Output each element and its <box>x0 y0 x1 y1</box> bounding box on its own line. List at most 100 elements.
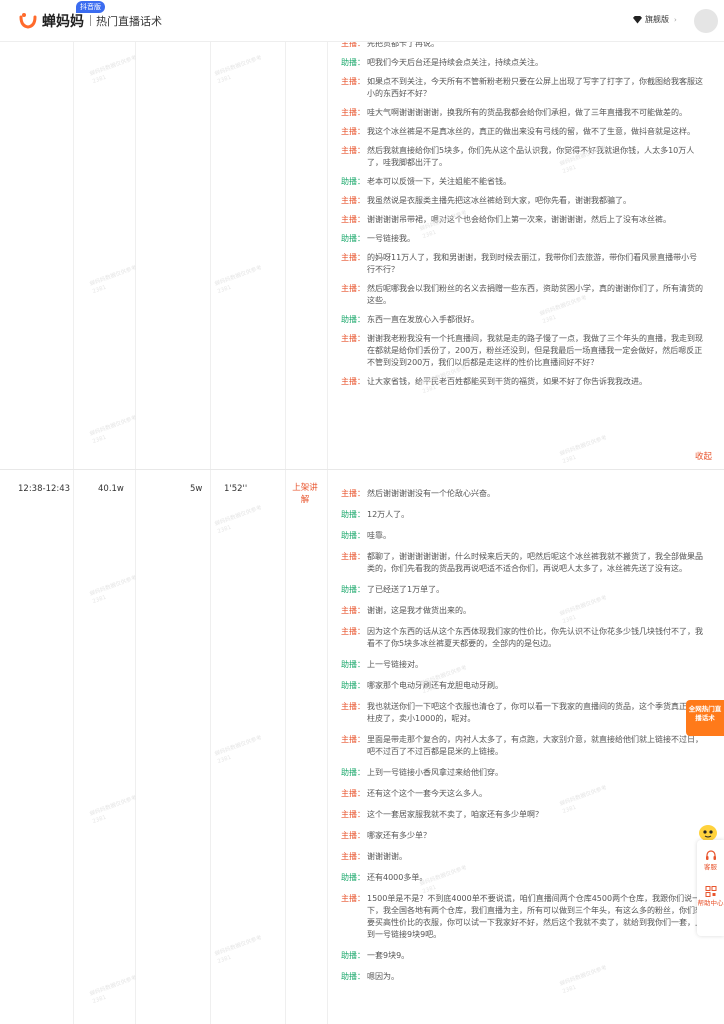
transcript-line: 助播： 哇靠。 <box>341 530 705 542</box>
chevron-right-icon: › <box>674 15 677 24</box>
transcript-line: 主播： 我也就送你们一下吧这个衣服也清仓了，你可以看一下我家的直播间的货品，这个季… <box>341 701 705 725</box>
watermark: 蝉妈妈数据仅供参考 2381 <box>89 794 141 826</box>
transcript-line: 主播： 都聊了，谢谢谢谢谢谢，什么时候来后天的，吧然后呢这个冰丝裤我就不搬货了，我… <box>341 551 705 575</box>
watermark-id: 2381 <box>91 74 108 86</box>
transcript-text: 先把货都卡了再说。 <box>367 42 439 48</box>
assistant-role-label: 助播： <box>341 58 365 67</box>
watermark-text: 蝉妈妈数据仅供参考 <box>559 434 608 458</box>
watermark: 蝉妈妈数据仅供参考 2381 <box>89 974 141 1006</box>
transcript-text: 东西一直在发放心入手都很好。 <box>367 315 479 324</box>
watermark-id: 2381 <box>91 814 108 826</box>
duration: 1'52'' <box>224 484 248 494</box>
assistant-role-label: 助播： <box>341 660 365 669</box>
watermark: 蝉妈妈数据仅供参考 2381 <box>214 264 266 296</box>
brand-logo-icon[interactable] <box>18 10 38 30</box>
transcript-line: 助播： 12万人了。 <box>341 509 705 521</box>
transcript-line: 主播： 里面是带走那个复合的，内衬人太多了，有点跑，大家别介意，就直接给他们就上链… <box>341 734 705 758</box>
host-role-label: 主播： <box>341 215 365 224</box>
transcript-text: 12万人了。 <box>367 510 410 519</box>
transcript-line: 主播： 然后呢哪我会以我们粉丝的名义去捐赠一些东西，资助贫困小学，真的谢谢你们了，… <box>341 283 705 307</box>
transcript-text: 哪家那个电动牙刷还有龙胆电动牙刷。 <box>367 681 503 690</box>
transcript-line: 主播： 哇大气啊谢谢谢谢谢，换我所有的货品我都会给你们承担，做了三年直播我不可能做… <box>341 107 705 119</box>
transcript-text: 我也就送你们一下吧这个衣服也清仓了，你可以看一下我家的直播间的货品，这个季货真正… <box>367 702 703 723</box>
hot-scripts-promo-button[interactable]: 全网热门直播话术 <box>686 700 724 736</box>
transcript-text: 上到一号链接小香风拿过来给他们穿。 <box>367 768 503 777</box>
assistant-role-label: 助播： <box>341 768 365 777</box>
host-role-label: 主播： <box>341 894 365 903</box>
host-role-label: 主播： <box>341 42 365 48</box>
transcript-text: 一号链接我。 <box>367 234 415 243</box>
host-role-label: 主播： <box>341 284 365 293</box>
listing-explain-link[interactable]: 上架讲解 <box>290 482 320 506</box>
transcript-line: 主播： 然后谢谢谢谢没有一个伦敌心兴奋。 <box>341 488 705 500</box>
transcript-text: 一套9块9。 <box>367 951 410 960</box>
watermark: 蝉妈妈数据仅供参考 2381 <box>89 574 141 606</box>
watermark-text: 蝉妈妈数据仅供参考 <box>89 414 138 438</box>
transcript-line: 主播： 谢谢我老粉我没有一个托直播间，我就是走的路子慢了一点，我做了三个年头的直播… <box>341 333 705 369</box>
column-divider <box>285 42 286 1024</box>
transcript-text: 1500单是不是？不到底4000单不要说谎，咱们直播间两个仓库4500两个仓库，… <box>367 894 703 939</box>
vip-label: 旗舰版 <box>645 15 669 24</box>
time-range: 12:38-12:43 <box>18 484 71 494</box>
vip-level-menu[interactable]: 旗舰版 › <box>633 14 677 25</box>
transcript-line: 主播： 谢谢谢谢吊带裙，嗯对这个也会给你们上第一次来，谢谢谢谢，然后上了没有冰丝裤… <box>341 214 705 226</box>
transcript-text: 吧我们今天后台还是持续会点关注，持续点关注。 <box>367 58 543 67</box>
transcript-text: 然后呢哪我会以我们粉丝的名义去捐赠一些东西，资助贫困小学，真的谢谢你们了，所有清… <box>367 284 703 305</box>
transcript-line: 主播： 然后我就直接给你们5块多，你们先从这个品认识我，你觉得不好我就退你钱，人太… <box>341 145 705 169</box>
help-center-button[interactable]: 帮助中心 <box>697 886 724 907</box>
brand-name[interactable]: 蝉妈妈 <box>42 11 84 31</box>
watermark-text: 蝉妈妈数据仅供参考 <box>214 504 263 528</box>
host-role-label: 主播： <box>341 253 365 262</box>
transcript-line: 主播： 如果点不到关注，今天所有不管新粉老粉只要在公屏上出现了写字了打字了，你截图… <box>341 76 705 100</box>
collapse-button[interactable]: 收起 <box>695 450 712 462</box>
transcript-line: 主播： 让大家省钱，给平民老百姓都能买到干货的福货，如果不好了你告诉我我改进。 <box>341 376 705 388</box>
transcript-line: 主播： 的妈呀11万人了，我和男谢谢，我到时候去丽江，我带你们去旅游，带你们看风景… <box>341 252 705 276</box>
transcript-text: 还有这个这个一套今天这么多人。 <box>367 789 487 798</box>
transcript-text: 谢谢我老粉我没有一个托直播间，我就是走的路子慢了一点，我做了三个年头的直播，我走… <box>367 334 703 367</box>
customer-service-label: 客服 <box>704 863 717 871</box>
transcript-line: 助播： 一套9块9。 <box>341 950 705 962</box>
assistant-role-label: 助播： <box>341 177 365 186</box>
qr-code-icon <box>705 886 716 897</box>
platform-badge: 抖音版 <box>76 1 105 13</box>
watermark-text: 蝉妈妈数据仅供参考 <box>89 794 138 818</box>
transcript-line: 主播： 我这个冰丝裤是不是真冰丝的，真正的做出来没有弓线的留，做不了生意，做抖音就… <box>341 126 705 138</box>
watermark-text: 蝉妈妈数据仅供参考 <box>214 264 263 288</box>
watermark: 蝉妈妈数据仅供参考 2381 <box>89 264 141 296</box>
watermark: 蝉妈妈数据仅供参考 2381 <box>214 934 266 966</box>
transcript-line: 主播： 我虽然说是衣服类主播先把这冰丝裤给到大家，吧你先看，谢谢我都骗了。 <box>341 195 705 207</box>
watermark: 蝉妈妈数据仅供参考 2381 <box>214 734 266 766</box>
column-divider <box>73 42 74 1024</box>
watermark-id: 2381 <box>216 284 233 296</box>
watermark-id: 2381 <box>216 954 233 966</box>
transcript-line: 助播： 嗯因为。 <box>341 971 705 983</box>
transcript-text: 谢谢谢谢。 <box>367 852 407 861</box>
watermark-text: 蝉妈妈数据仅供参考 <box>89 264 138 288</box>
transcript-text: 如果点不到关注，今天所有不管新粉老粉只要在公屏上出现了写字了打字了，你截图给我客… <box>367 77 703 98</box>
transcript-line: 主播： 谢谢，这是我才做货出来的。 <box>341 605 705 617</box>
transcript-text: 我这个冰丝裤是不是真冰丝的，真正的做出来没有弓线的留，做不了生意，做抖音就是这样… <box>367 127 695 136</box>
host-role-label: 主播： <box>341 831 365 840</box>
transcript-text: 这个一套居家服我就不卖了，咱家还有多少单啊？ <box>367 810 543 819</box>
watermark-id: 2381 <box>561 454 578 466</box>
transcript-line: 助播： 老本可以反馈一下，关注姐能不能省钱。 <box>341 176 705 188</box>
host-role-label: 主播： <box>341 735 365 744</box>
watermark: 蝉妈妈数据仅供参考 2381 <box>89 54 141 86</box>
transcript-line: 主播： 因为这个东西的话从这个东西体现我们家的性价比，你先认识不让你花多少钱几块钱… <box>341 626 705 650</box>
host-role-label: 主播： <box>341 334 365 343</box>
assistant-role-label: 助播： <box>341 234 365 243</box>
page-title: 热门直播话术 <box>96 15 162 28</box>
transcript-line: 助播： 了已经送了1万单了。 <box>341 584 705 596</box>
transcript-text: 哇大气啊谢谢谢谢谢，换我所有的货品我都会给你们承担，做了三年直播我不可能做差的。 <box>367 108 687 117</box>
watermark-id: 2381 <box>91 994 108 1006</box>
transcript-line: 助播： 上到一号链接小香风拿过来给他们穿。 <box>341 767 705 779</box>
customer-service-button[interactable]: 客服 <box>697 850 724 871</box>
transcript-text: 老本可以反馈一下，关注姐能不能省钱。 <box>367 177 511 186</box>
watermark-id: 2381 <box>91 284 108 296</box>
transcript-text: 谢谢谢谢吊带裙，嗯对这个也会给你们上第一次来，谢谢谢谢，然后上了没有冰丝裤。 <box>367 215 671 224</box>
user-avatar[interactable] <box>694 9 718 33</box>
column-divider <box>135 42 136 1024</box>
transcript-text: 上一号链接对。 <box>367 660 423 669</box>
viewer-count: 40.1w <box>98 484 124 494</box>
transcript-block-1: 主播： 先把货都卡了再说。 助播： 吧我们今天后台还是持续会点关注，持续点关注。 主播：… <box>341 42 705 395</box>
